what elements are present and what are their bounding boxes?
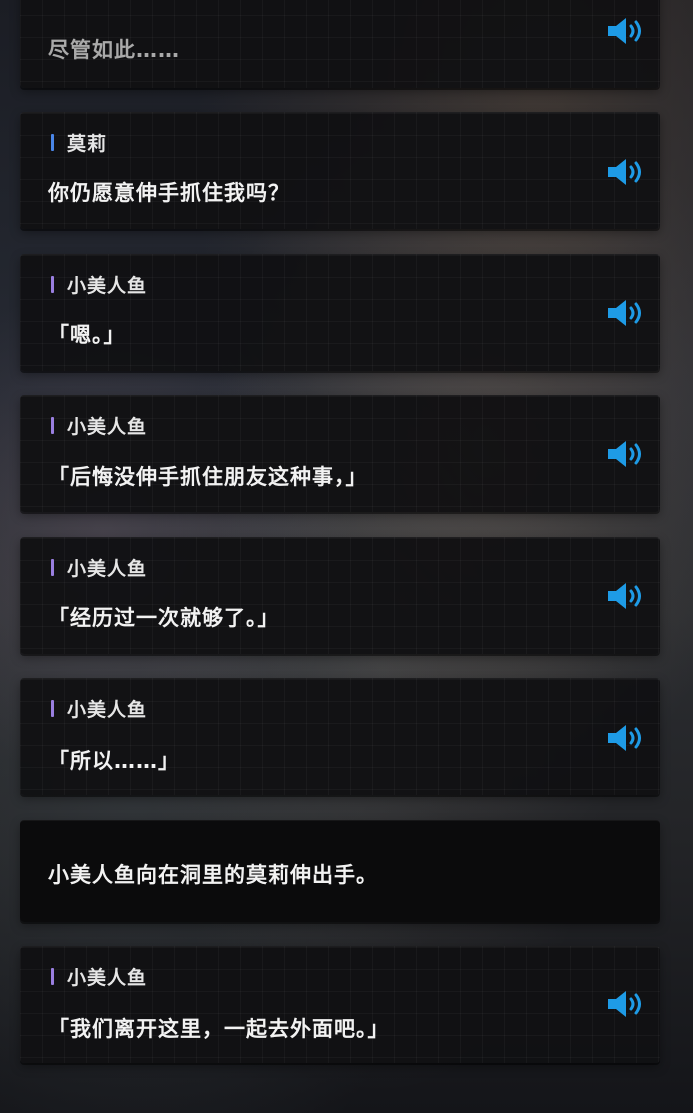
dialogue-text: 尽管如此…… xyxy=(48,38,180,62)
dialogue-card: 尽管如此…… xyxy=(20,0,660,88)
speaker-marker xyxy=(51,558,54,576)
speaker-volume-icon[interactable] xyxy=(606,988,648,1020)
dialogue-card: 莫莉 你仍愿意伸手抓住我吗？ xyxy=(20,112,660,229)
speaker-marker xyxy=(51,416,54,434)
speaker-volume-icon[interactable] xyxy=(606,438,648,470)
speaker-name: 莫莉 xyxy=(67,132,108,155)
speaker-name: 小美人鱼 xyxy=(67,274,148,297)
speaker-marker xyxy=(51,967,54,985)
speaker-label: 莫莉 xyxy=(51,131,108,155)
dialogue-text: 「嗯。」 xyxy=(48,323,126,347)
speaker-volume-icon[interactable] xyxy=(606,722,648,754)
speaker-label: 小美人鱼 xyxy=(51,556,148,580)
speaker-label: 小美人鱼 xyxy=(51,697,148,721)
speaker-volume-icon[interactable] xyxy=(606,15,648,47)
narration-text: 小美人鱼向在洞里的莫莉伸出手。 xyxy=(48,863,378,887)
speaker-label: 小美人鱼 xyxy=(51,965,148,989)
speaker-marker xyxy=(51,133,54,151)
speaker-marker xyxy=(51,275,54,293)
dialogue-text: 你仍愿意伸手抓住我吗？ xyxy=(48,181,290,205)
dialogue-text: 「后悔没伸手抓住朋友这种事，」 xyxy=(48,465,368,489)
dialogue-card: 小美人鱼 「所以……」 xyxy=(20,678,660,795)
dialogue-card: 小美人鱼 「经历过一次就够了。」 xyxy=(20,537,660,654)
speaker-label: 小美人鱼 xyxy=(51,273,148,297)
speaker-marker xyxy=(51,699,54,717)
speaker-name: 小美人鱼 xyxy=(67,415,148,438)
narration-card: 小美人鱼向在洞里的莫莉伸出手。 xyxy=(20,820,660,922)
speaker-name: 小美人鱼 xyxy=(67,966,148,989)
speaker-name: 小美人鱼 xyxy=(67,557,148,580)
speaker-label: 小美人鱼 xyxy=(51,414,148,438)
dialogue-card: 小美人鱼 「我们离开这里，一起去外面吧。」 xyxy=(20,946,660,1063)
speaker-volume-icon[interactable] xyxy=(606,297,648,329)
speaker-name: 小美人鱼 xyxy=(67,698,148,721)
dialogue-card: 小美人鱼 「后悔没伸手抓住朋友这种事，」 xyxy=(20,395,660,512)
dialogue-text: 「经历过一次就够了。」 xyxy=(48,606,280,630)
dialogue-text: 「我们离开这里，一起去外面吧。」 xyxy=(48,1017,390,1041)
dialogue-log-screen: 尽管如此…… 莫莉 你仍愿意伸手抓住我吗？ 小美人鱼 「嗯。」 小美人鱼 「后悔… xyxy=(0,0,693,1113)
speaker-volume-icon[interactable] xyxy=(606,156,648,188)
dialogue-card: 小美人鱼 「嗯。」 xyxy=(20,254,660,371)
dialogue-text: 「所以……」 xyxy=(48,749,180,773)
speaker-volume-icon[interactable] xyxy=(606,580,648,612)
